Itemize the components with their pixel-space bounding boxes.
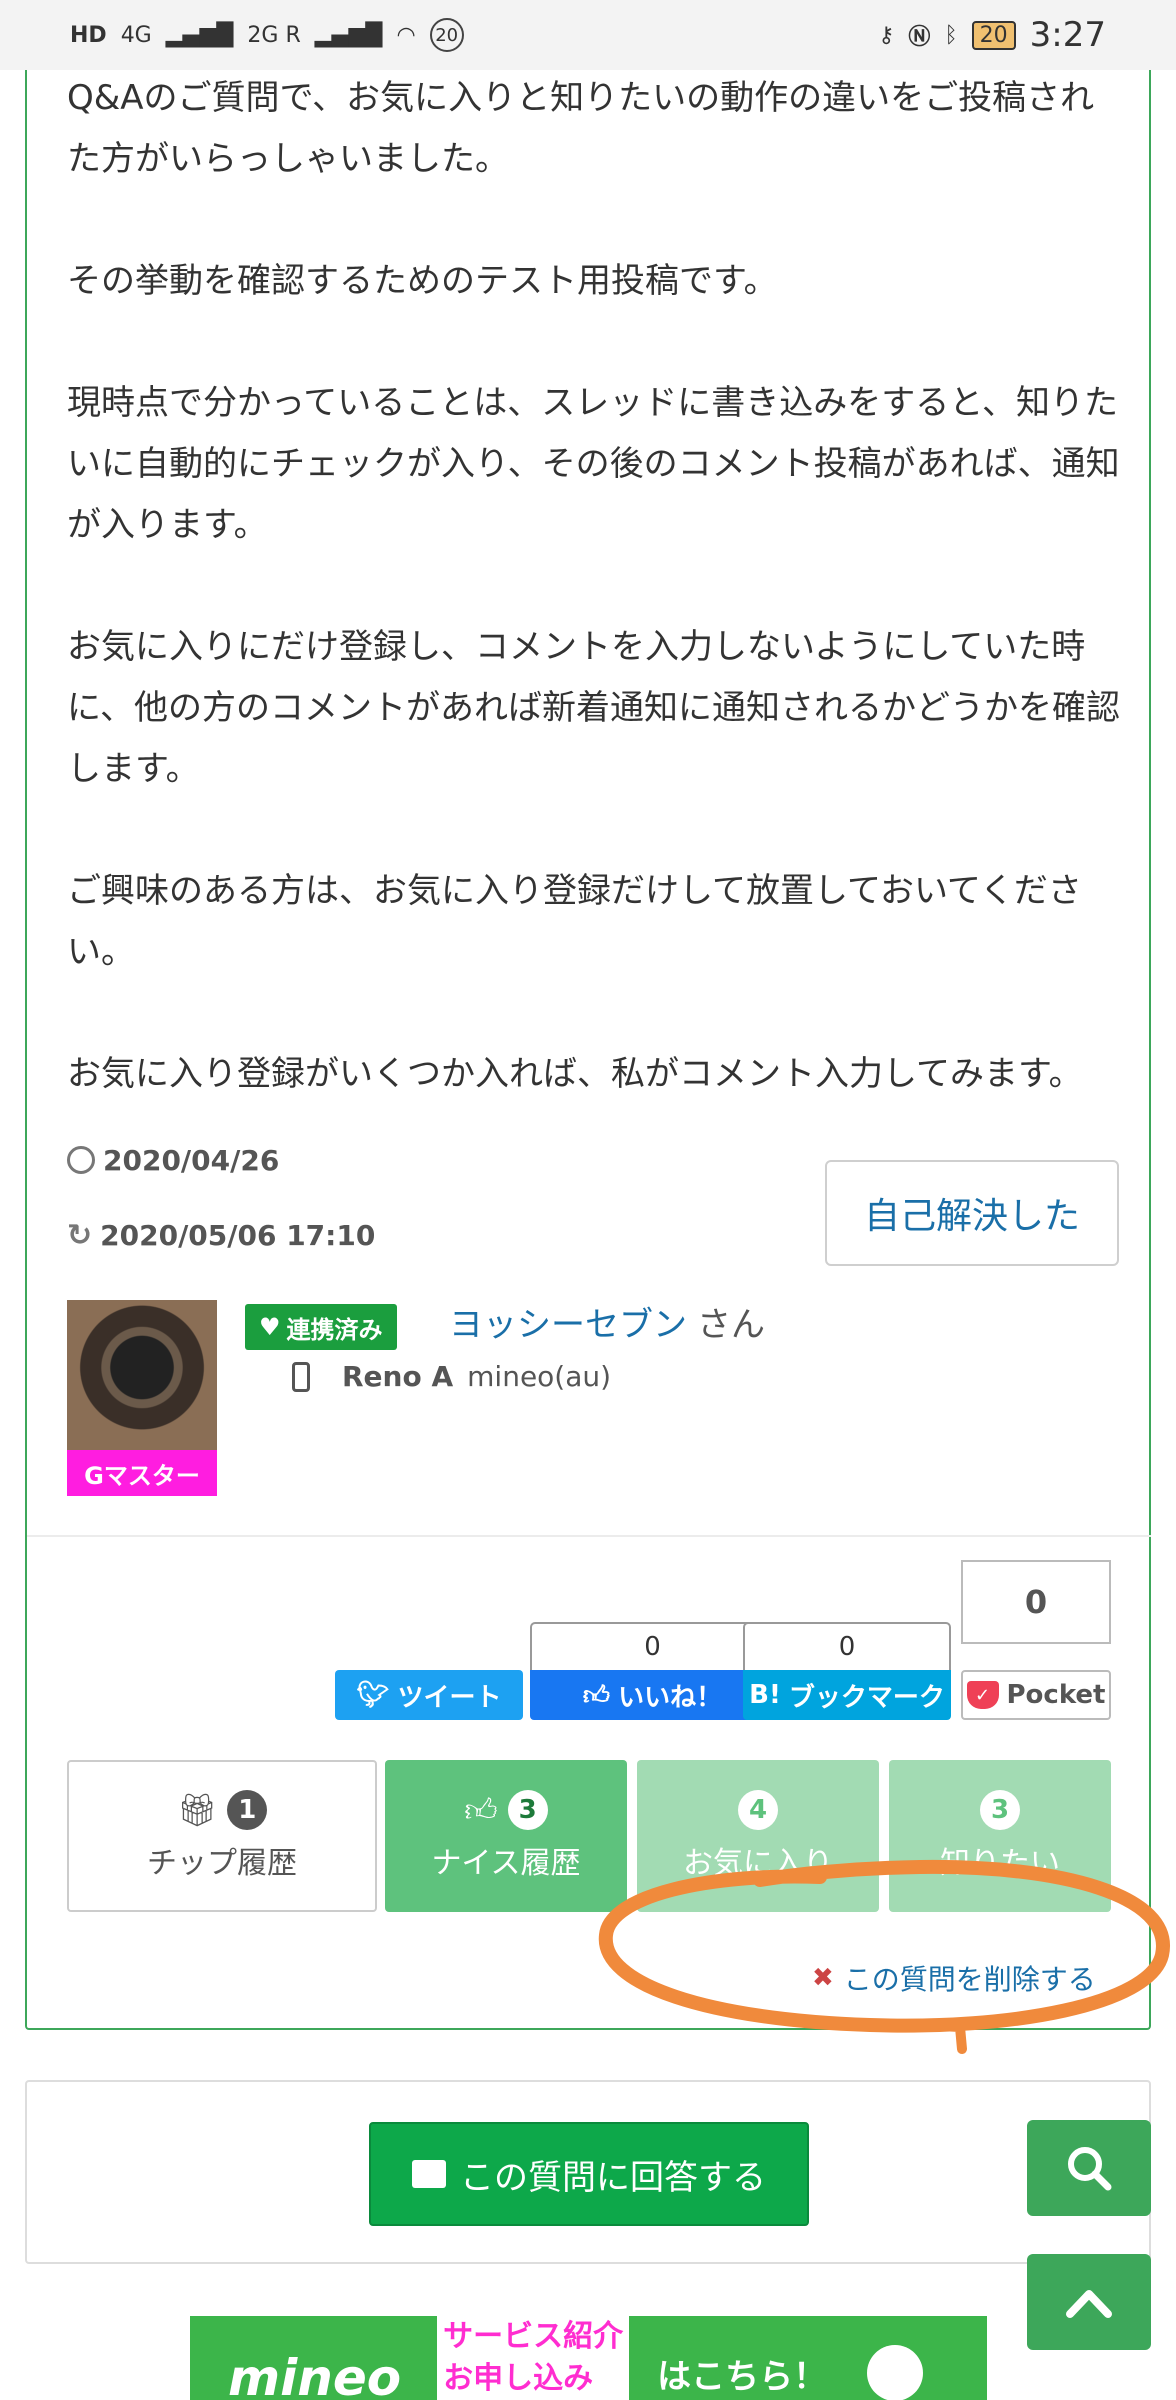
signal-icon: ▂▄▆█: [314, 22, 383, 48]
banner-arrow-icon: [867, 2345, 924, 2400]
answer-question-button[interactable]: この質問に回答する: [369, 2122, 809, 2226]
linked-label: 連携済み: [286, 1315, 383, 1344]
nfc-icon: Ⓝ: [908, 25, 931, 50]
bookmark-label: ブックマーク: [788, 1682, 945, 1713]
nice-history-label: ナイス履歴: [431, 1846, 581, 1881]
bookmark-count: 0: [743, 1622, 951, 1670]
like-label: いいね！: [618, 1682, 723, 1713]
bluetooth-icon: ᛒ: [944, 22, 958, 48]
posted-date: 2020/04/26: [103, 1143, 280, 1177]
author-honorific: さん: [697, 1305, 765, 1345]
carrier: mineo(au): [467, 1360, 612, 1393]
annotation-circle: [598, 1859, 1170, 2054]
chip-count: 1: [227, 1790, 268, 1830]
body-paragraph: その挙動を確認するためのテスト用投稿です。: [67, 261, 778, 301]
refresh-icon: ↻: [67, 1217, 93, 1253]
tweet-button[interactable]: 🐦︎ ツイート: [335, 1670, 523, 1720]
tweet-label: ツイート: [397, 1682, 502, 1713]
want-count: 3: [980, 1790, 1020, 1830]
answer-label: この質問に回答する: [460, 2157, 766, 2198]
rank-badge: Gマスター: [67, 1450, 217, 1496]
question-card: Q&Aのご質問で、お気に入りと知りたいの動作の違いをご投稿された方がいらっしゃい…: [25, 40, 1151, 2030]
signal-icon: ▂▄▆█: [165, 22, 234, 48]
banner-brand: mineo: [228, 2349, 402, 2400]
chip-history-button[interactable]: 🎁︎ 1 チップ履歴: [67, 1760, 377, 1912]
device-model: Reno A: [342, 1360, 454, 1393]
divider: [27, 1535, 1151, 1537]
banner-service-text: サービス紹介: [437, 2316, 630, 2358]
status-left: HD 4G ▂▄▆█ 2G R ▂▄▆█ ◠ 20: [70, 18, 464, 52]
battery-icon: 20: [971, 20, 1016, 50]
self-solve-button[interactable]: 自己解決した: [825, 1160, 1119, 1266]
like-count: 0: [530, 1622, 775, 1670]
chevron-up-icon: [1066, 2290, 1112, 2318]
key-icon: ⚷: [878, 22, 895, 48]
mineo-banner[interactable]: mineo サービス紹介 お申し込み はこちら！: [190, 2316, 987, 2400]
linked-badge: ♥ 連携済み: [245, 1304, 397, 1350]
scroll-top-button[interactable]: [1027, 2254, 1151, 2350]
device-info: Reno A mineo(au): [292, 1360, 611, 1393]
hatena-bookmark-button[interactable]: B! ブックマーク: [743, 1670, 951, 1720]
updated-date-row: ↻ 2020/05/06 17:10: [67, 1215, 375, 1255]
question-body: Q&Aのご質問で、お気に入りと知りたいの動作の違いをご投稿された方がいらっしゃい…: [67, 68, 1127, 1166]
hd-indicator: HD: [70, 22, 107, 48]
body-paragraph: お気に入り登録がいくつか入れば、私がコメント入力してみます。: [67, 1054, 1083, 1094]
pocket-count: 0: [961, 1560, 1111, 1644]
notification-count-icon: 20: [429, 18, 464, 52]
banner-apply-text: お申し込み: [437, 2358, 630, 2400]
answer-card: この質問に回答する: [25, 2080, 1151, 2264]
status-right: ⚷ Ⓝ ᛒ 20 3:27: [878, 15, 1106, 55]
twitter-bird-icon: 🐦︎: [356, 1680, 390, 1710]
body-paragraph: ご興味のある方は、お気に入り登録だけして放置しておいてください。: [67, 871, 1082, 972]
hatena-b-icon: B!: [749, 1680, 781, 1710]
search-icon: [1068, 2147, 1112, 2191]
thumbs-up-icon: 👍︎: [582, 1680, 611, 1711]
chip-history-label: チップ履歴: [147, 1846, 297, 1881]
author-name-row: ヨッシーセブン さん: [449, 1300, 765, 1350]
author-name-link[interactable]: ヨッシーセブン: [449, 1305, 687, 1345]
search-button[interactable]: [1027, 2120, 1151, 2216]
pocket-label: Pocket: [1006, 1680, 1106, 1710]
clock-icon: [67, 1146, 95, 1174]
updated-date: 2020/05/06 17:10: [100, 1218, 376, 1252]
wifi-icon: ◠: [396, 22, 416, 48]
pocket-button[interactable]: ✓ Pocket: [961, 1670, 1111, 1720]
body-paragraph: 現時点で分かっていることは、スレッドに書き込みをすると、知りたいに自動的にチェッ…: [67, 383, 1120, 545]
avatar[interactable]: [67, 1300, 217, 1450]
smartphone-icon: [292, 1361, 310, 1392]
favorite-count: 4: [738, 1790, 778, 1830]
facebook-like-button[interactable]: 👍︎ いいね！: [530, 1670, 775, 1720]
post-dates: 2020/04/26 ↻ 2020/05/06 17:10: [67, 1140, 375, 1290]
banner-service-stack: サービス紹介 お申し込み: [437, 2316, 630, 2400]
posted-date-row: 2020/04/26: [67, 1140, 375, 1180]
network-2g: 2G R: [247, 22, 301, 48]
network-4g: 4G: [120, 22, 152, 48]
body-paragraph: お気に入りにだけ登録し、コメントを入力しないようにしていた時に、他の方のコメント…: [67, 627, 1120, 789]
thumbs-up-icon: 👍︎: [464, 1790, 498, 1829]
pocket-icon: ✓: [966, 1681, 999, 1709]
comment-icon: [412, 2160, 446, 2188]
heart-icon: ♥: [259, 1313, 281, 1341]
clock: 3:27: [1029, 15, 1106, 55]
author-block: Gマスター ♥ 連携済み ヨッシーセブン さん Reno A mineo(au): [67, 1300, 1127, 1496]
status-bar: HD 4G ▂▄▆█ 2G R ▂▄▆█ ◠ 20 ⚷ Ⓝ ᛒ 20 3:27: [0, 0, 1176, 70]
body-paragraph: Q&Aのご質問で、お気に入りと知りたいの動作の違いをご投稿された方がいらっしゃい…: [67, 78, 1095, 179]
banner-here-text: はこちら！: [657, 2356, 828, 2397]
nice-count: 3: [507, 1790, 548, 1830]
gift-icon: 🎁︎: [176, 1791, 218, 1829]
